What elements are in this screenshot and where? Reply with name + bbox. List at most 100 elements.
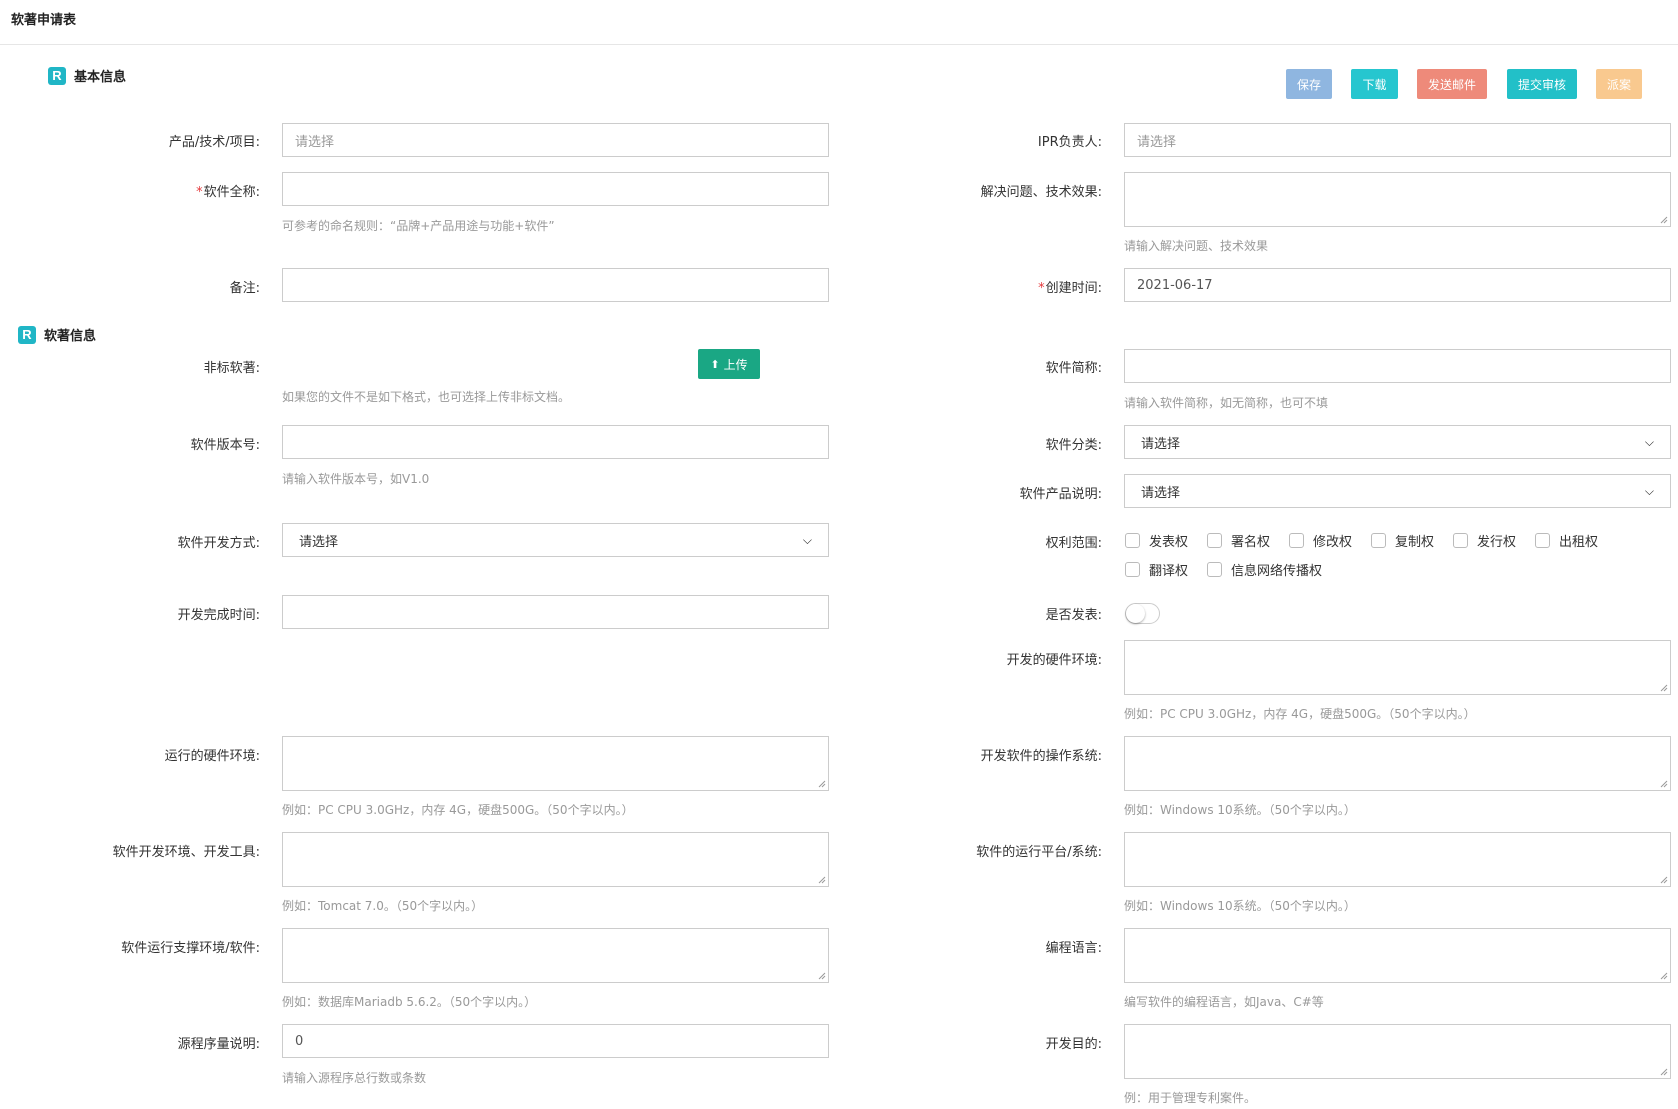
section-basic-info: R 基本信息 bbox=[48, 66, 126, 85]
run-hardware-hint: 例如：PC CPU 3.0GHz，内存 4G，硬盘500G。（50个字以内。） bbox=[282, 803, 634, 817]
resize-grip-icon[interactable] bbox=[818, 876, 826, 884]
checkbox[interactable] bbox=[1125, 562, 1140, 577]
product-desc-select[interactable]: 请选择 ⌵ bbox=[1124, 474, 1671, 508]
resize-grip-icon[interactable] bbox=[818, 972, 826, 980]
run-hardware-textarea[interactable] bbox=[282, 736, 829, 791]
problem-effect-textarea[interactable] bbox=[1124, 172, 1671, 227]
product-desc-label: 软件产品说明: bbox=[1019, 487, 1102, 502]
dev-method-label: 软件开发方式: bbox=[177, 536, 260, 551]
right-option-signature[interactable]: 署名权 bbox=[1207, 531, 1270, 550]
right-option-label: 翻译权 bbox=[1149, 564, 1189, 579]
dev-os-label: 开发软件的操作系统: bbox=[980, 749, 1102, 764]
checkbox[interactable] bbox=[1371, 533, 1386, 548]
right-option-copy[interactable]: 复制权 bbox=[1371, 531, 1434, 550]
support-env-hint: 例如：数据库Mariadb 5.6.2。（50个字以内。） bbox=[282, 995, 537, 1009]
version-label: 软件版本号: bbox=[190, 438, 260, 453]
version-hint: 请输入软件版本号，如V1.0 bbox=[282, 472, 430, 486]
section-software-info: R 软著信息 bbox=[18, 325, 96, 344]
published-label: 是否发表: bbox=[1045, 608, 1102, 623]
short-name-label: 软件简称: bbox=[1045, 361, 1102, 376]
resize-grip-icon[interactable] bbox=[1660, 216, 1668, 224]
problem-effect-label: 解决问题、技术效果: bbox=[980, 185, 1102, 200]
support-env-textarea[interactable] bbox=[282, 928, 829, 983]
purpose-label: 开发目的: bbox=[1045, 1037, 1102, 1052]
checkbox[interactable] bbox=[1207, 533, 1222, 548]
checkbox[interactable] bbox=[1535, 533, 1550, 548]
finish-time-input[interactable] bbox=[282, 595, 829, 629]
version-input[interactable] bbox=[282, 425, 829, 459]
download-button[interactable]: 下载 bbox=[1351, 69, 1398, 99]
dev-method-select[interactable]: 请选择 ⌵ bbox=[282, 523, 829, 557]
language-hint: 编写软件的编程语言，如Java、C#等 bbox=[1124, 995, 1324, 1009]
chevron-down-icon: ⌵ bbox=[1644, 483, 1654, 498]
short-name-input[interactable] bbox=[1124, 349, 1671, 383]
source-lines-label: 源程序量说明: bbox=[177, 1037, 260, 1052]
remark-input[interactable] bbox=[282, 268, 829, 302]
right-option-modify[interactable]: 修改权 bbox=[1289, 531, 1352, 550]
category-label: 软件分类: bbox=[1045, 438, 1102, 453]
top-bar: 软著申请表 bbox=[0, 0, 1678, 45]
run-hardware-label: 运行的硬件环境: bbox=[164, 749, 260, 764]
right-option-label: 信息网络传播权 bbox=[1231, 564, 1323, 579]
purpose-textarea[interactable] bbox=[1124, 1024, 1671, 1079]
checkbox[interactable] bbox=[1125, 533, 1140, 548]
full-name-input[interactable] bbox=[282, 172, 829, 206]
resize-grip-icon[interactable] bbox=[818, 780, 826, 788]
save-button[interactable]: 保存 bbox=[1286, 69, 1332, 99]
resize-grip-icon[interactable] bbox=[1660, 876, 1668, 884]
support-env-label: 软件运行支撑环境/软件: bbox=[121, 941, 260, 956]
ipr-owner-select[interactable]: 请选择 bbox=[1124, 123, 1671, 157]
source-lines-hint: 请输入源程序总行数或条数 bbox=[282, 1071, 427, 1085]
upload-label: 上传 bbox=[723, 357, 748, 372]
nonstandard-label: 非标软著: bbox=[203, 361, 260, 376]
checkbox[interactable] bbox=[1207, 562, 1222, 577]
category-select[interactable]: 请选择 ⌵ bbox=[1124, 425, 1671, 459]
dev-hardware-textarea[interactable] bbox=[1124, 640, 1671, 695]
source-lines-input[interactable]: 0 bbox=[282, 1024, 829, 1058]
language-textarea[interactable] bbox=[1124, 928, 1671, 983]
finish-time-label: 开发完成时间: bbox=[177, 608, 260, 623]
created-time-input[interactable]: 2021-06-17 bbox=[1124, 268, 1671, 302]
run-platform-hint: 例如：Windows 10系统。（50个字以内。） bbox=[1124, 899, 1356, 913]
resize-grip-icon[interactable] bbox=[1660, 684, 1668, 692]
right-option-distribute[interactable]: 发行权 bbox=[1453, 531, 1516, 550]
remark-label: 备注: bbox=[229, 281, 260, 296]
toggle-knob bbox=[1126, 604, 1145, 623]
dev-tools-textarea[interactable] bbox=[282, 832, 829, 887]
upload-button[interactable]: ⬆ 上传 bbox=[698, 349, 760, 379]
upload-icon: ⬆ bbox=[710, 357, 720, 371]
section-title-basic: 基本信息 bbox=[74, 70, 127, 85]
published-toggle[interactable] bbox=[1125, 603, 1160, 624]
dev-os-textarea[interactable] bbox=[1124, 736, 1671, 791]
right-option-label: 署名权 bbox=[1231, 535, 1271, 550]
product-label: 产品/技术/项目: bbox=[168, 135, 260, 150]
ipr-owner-label: IPR负责人: bbox=[1037, 135, 1102, 150]
page-title: 软著申请表 bbox=[11, 13, 77, 28]
category-selected-value: 请选择 bbox=[1141, 436, 1181, 452]
right-option-label: 发表权 bbox=[1149, 535, 1189, 550]
resize-grip-icon[interactable] bbox=[1660, 972, 1668, 980]
right-option-rent[interactable]: 出租权 bbox=[1535, 531, 1598, 550]
right-option-network[interactable]: 信息网络传播权 bbox=[1207, 560, 1322, 579]
dev-method-selected-value: 请选择 bbox=[299, 534, 339, 550]
section-title-software: 软著信息 bbox=[44, 329, 97, 344]
created-time-label: *创建时间: bbox=[1038, 277, 1102, 296]
checkbox[interactable] bbox=[1453, 533, 1468, 548]
assign-case-button[interactable]: 派案 bbox=[1596, 69, 1642, 99]
full-name-label-text: 软件全称: bbox=[203, 185, 260, 200]
right-option-translate[interactable]: 翻译权 bbox=[1125, 560, 1188, 579]
right-option-label: 复制权 bbox=[1395, 535, 1435, 550]
problem-effect-hint: 请输入解决问题、技术效果 bbox=[1124, 239, 1269, 253]
dev-tools-label: 软件开发环境、开发工具: bbox=[112, 845, 260, 860]
product-select[interactable]: 请选择 bbox=[282, 123, 829, 157]
rights-label: 权利范围: bbox=[1045, 536, 1102, 551]
submit-review-button[interactable]: 提交审核 bbox=[1507, 69, 1577, 99]
resize-grip-icon[interactable] bbox=[1660, 780, 1668, 788]
run-platform-textarea[interactable] bbox=[1124, 832, 1671, 887]
resize-grip-icon[interactable] bbox=[1660, 1068, 1668, 1076]
checkbox[interactable] bbox=[1289, 533, 1304, 548]
right-option-publish[interactable]: 发表权 bbox=[1125, 531, 1188, 550]
run-platform-label: 软件的运行平台/系统: bbox=[976, 845, 1102, 860]
send-email-button[interactable]: 发送邮件 bbox=[1417, 69, 1487, 99]
nonstandard-hint: 如果您的文件不是如下格式，也可选择上传非标文档。 bbox=[282, 390, 571, 404]
